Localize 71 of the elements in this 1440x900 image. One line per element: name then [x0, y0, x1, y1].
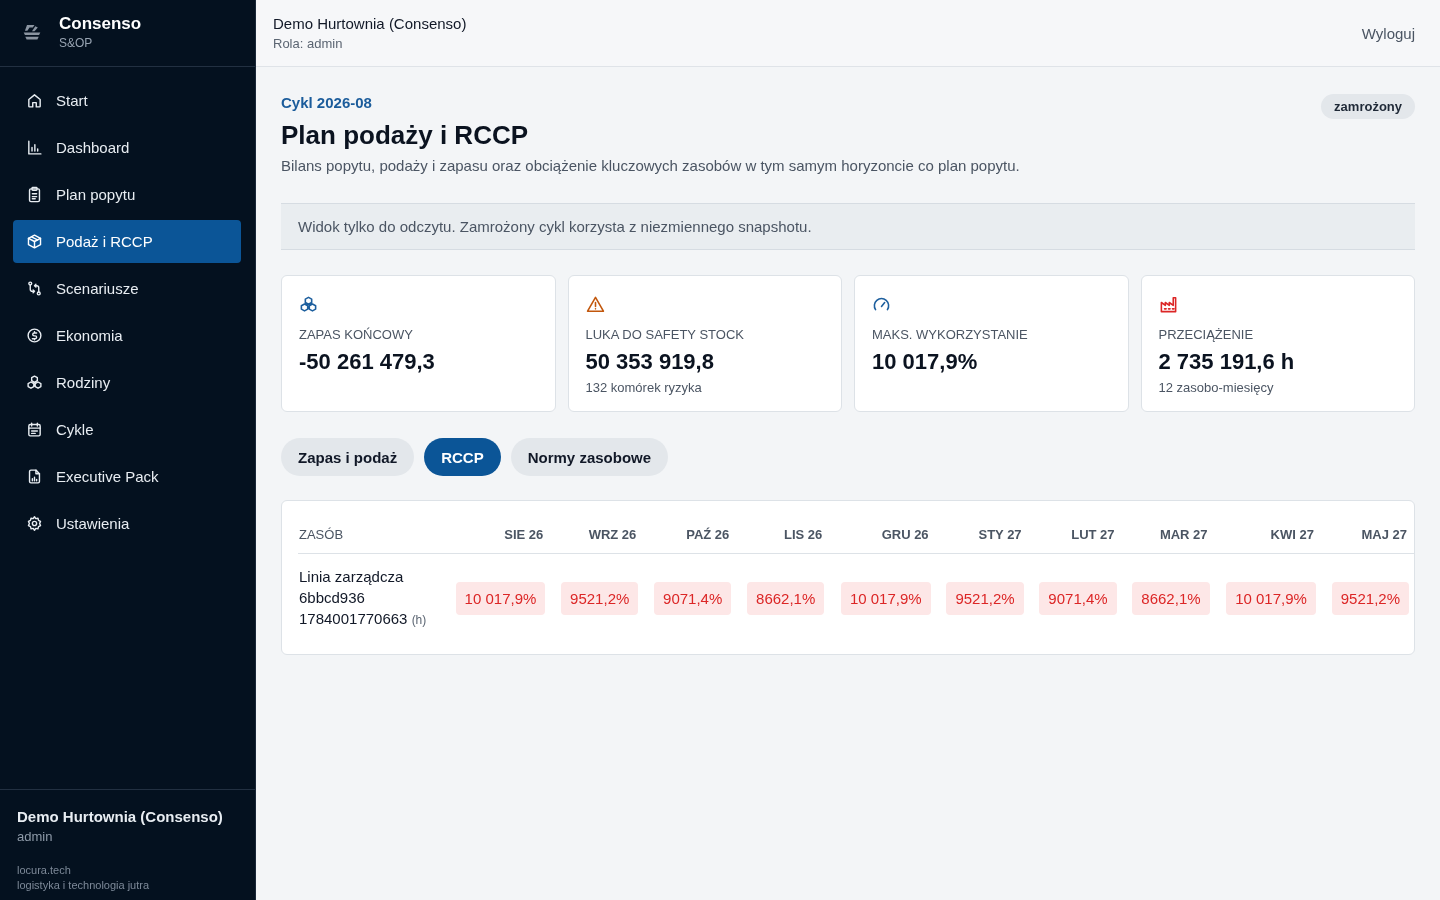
column-header: ZASÓB	[299, 527, 344, 543]
status-badge: zamrożony	[1321, 94, 1415, 119]
logo-icon	[22, 23, 42, 41]
kpi-note: 12 zasobo-miesięcy	[1158, 380, 1274, 396]
load-value: 10 017,9%	[455, 582, 546, 616]
page-title: Plan podaży i RCCP	[281, 120, 529, 152]
column-header: PAŹ 26	[686, 527, 730, 543]
bar-chart-icon	[26, 139, 43, 156]
home-icon	[26, 92, 43, 109]
nav-item[interactable]: Plan popytu	[13, 173, 241, 216]
nav-item[interactable]: Dashboard	[13, 126, 241, 169]
column-header: MAJ 27	[1361, 527, 1407, 543]
resource-name: Linia zarządcza 6bbcd936 1784001770663	[299, 568, 408, 628]
user-role: Rola: admin	[273, 36, 344, 51]
document-chart-icon	[26, 468, 43, 485]
load-value: 9521,2%	[1331, 582, 1409, 616]
nav-item[interactable]: Start	[13, 79, 241, 122]
load-value: 9071,4%	[1039, 582, 1117, 616]
cubes-icon	[26, 374, 43, 391]
kpi-value: 2 735 191,6 h	[1158, 349, 1295, 376]
load-value: 9071,4%	[654, 582, 732, 616]
kpi-value: 50 353 919,8	[585, 349, 714, 376]
tab[interactable]: Zapas i podaż	[281, 438, 415, 477]
column-header: SIE 26	[504, 527, 544, 543]
load-value: 8662,1%	[1132, 582, 1210, 616]
user-role: admin	[17, 829, 54, 844]
nav-item[interactable]: Ustawienia	[13, 502, 241, 545]
kpi-label: ZAPAS KOŃCOWY	[299, 327, 413, 343]
kpi-label: MAKS. WYKORZYSTANIE	[872, 327, 1028, 343]
load-value: 10 017,9%	[840, 582, 931, 616]
kpi-value: 10 017,9%	[872, 349, 978, 376]
clipboard-icon	[26, 186, 43, 203]
tab[interactable]: RCCP	[424, 438, 501, 477]
read-only-notice: Widok tylko do odczytu. Zamrożony cykl korzysta z niezmiennego snapshotu.	[281, 203, 1415, 251]
box-icon	[26, 233, 43, 250]
kpi-label: LUKA DO SAFETY STOCK	[585, 327, 744, 343]
calendar-icon	[26, 421, 43, 438]
nav-item[interactable]: Rodziny	[13, 361, 241, 404]
page-description: Bilans popytu, podaży i zapasu oraz obciążenie kluczowych zasobów w tym samym horyzoncie co plan popytu.	[281, 157, 1020, 175]
logout-button[interactable]: Wyloguj	[1361, 20, 1415, 46]
load-value: 8662,1%	[747, 582, 825, 616]
nav-item[interactable]: Cykle	[13, 408, 241, 451]
nav-item[interactable]: Ekonomia	[13, 314, 241, 357]
tab[interactable]: Normy zasobowe	[510, 438, 669, 477]
brand-subtitle: S&OP	[59, 36, 94, 50]
nav-item[interactable]: Executive Pack	[13, 455, 241, 498]
column-header: WRZ 26	[588, 527, 637, 543]
column-header: KWI 27	[1270, 527, 1314, 543]
column-header: STY 27	[978, 527, 1022, 543]
kpi-note: 132 komórek ryzyka	[585, 380, 702, 396]
column-header: LUT 27	[1071, 527, 1115, 543]
nav-item[interactable]: Podaż i RCCP	[13, 220, 241, 263]
kpi-label: PRZECIĄŻENIE	[1158, 327, 1254, 343]
load-value: 10 017,9%	[1226, 582, 1316, 616]
brand-name: Consenso	[59, 14, 142, 34]
unit-label: (h)	[411, 613, 427, 628]
dollar-icon	[26, 327, 43, 344]
load-value: 9521,2%	[561, 582, 639, 616]
company-name: locura.tech	[17, 864, 72, 876]
cycle-label: Cykl 2026-08	[281, 94, 372, 111]
column-header: MAR 27	[1159, 527, 1208, 543]
column-header: LIS 26	[784, 527, 823, 543]
organization-name: Demo Hurtownia (Consenso)	[17, 808, 224, 825]
kpi-value: -50 261 479,3	[299, 349, 435, 376]
arrows-icon	[26, 280, 43, 297]
load-value: 9521,2%	[946, 582, 1024, 616]
organization-name: Demo Hurtownia (Consenso)	[273, 15, 467, 32]
nav-item[interactable]: Scenariusze	[13, 267, 241, 310]
settings-icon	[26, 515, 43, 532]
column-header: GRU 26	[881, 527, 929, 543]
company-tagline: logistyka i technologia jutra	[17, 879, 151, 891]
